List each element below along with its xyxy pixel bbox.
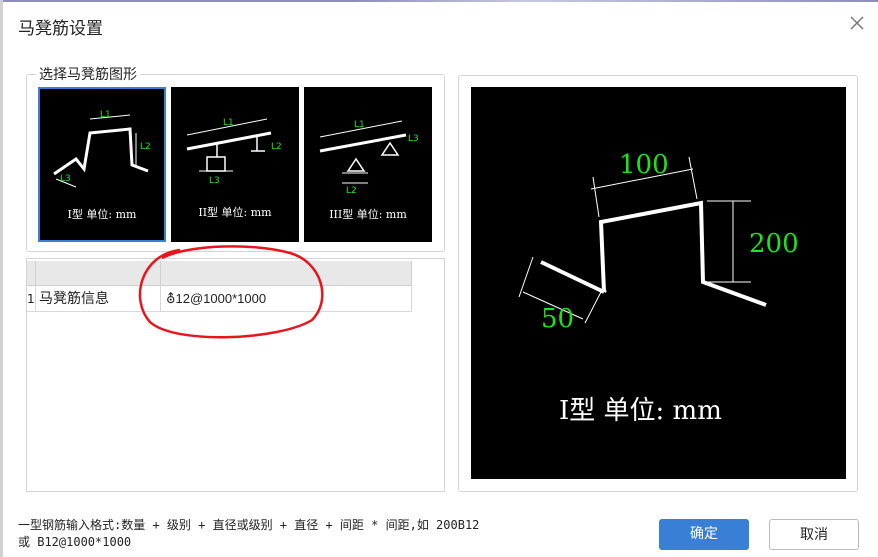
preview-diagram: 100 200 50 I型 单位: mm [518, 150, 799, 426]
type-1-dim-l2: L2 [140, 142, 151, 152]
type-1-dim-l3: L3 [60, 174, 71, 184]
shape-option-type-3[interactable]: L1 L3 L2 III型 单位: mm [304, 87, 432, 242]
shape-option-type-2[interactable]: L1 L2 L3 II型 单位: mm [171, 87, 299, 242]
type-1-label: I型 单位: mm [67, 208, 137, 221]
shape-selection-label: 选择马凳筋图形 [36, 64, 140, 84]
hint-line-1: 一型钢筋输入格式:数量 + 级别 + 直径或级别 + 直径 + 间距 * 间距,… [18, 518, 480, 532]
shape-option-type-1[interactable]: L1 L2 L3 I型 单位: mm [38, 87, 166, 242]
preview-dim-left: 50 [541, 304, 574, 334]
type-3-dim-l1: L1 [354, 120, 365, 130]
table-header-value [161, 261, 412, 286]
window-top-border [0, 0, 878, 2]
type-2-label: II型 单位: mm [198, 206, 272, 219]
type-2-dim-l3: L3 [209, 176, 220, 186]
table-header-name [36, 261, 161, 286]
table-row-number: 1 [27, 286, 36, 312]
type-3-dim-l2: L2 [346, 186, 357, 196]
preview-caption: I型 单位: mm [559, 396, 722, 426]
input-format-hint: 一型钢筋输入格式:数量 + 级别 + 直径或级别 + 直径 + 间距 * 间距,… [18, 517, 479, 551]
table-corner-header [27, 261, 36, 286]
close-icon[interactable] [846, 12, 868, 34]
type-3-label: III型 单位: mm [329, 208, 407, 221]
cancel-button[interactable]: 取消 [769, 519, 859, 550]
rebar-info-value-cell[interactable]: ⛢12@1000*1000 [161, 286, 412, 312]
table-cell-name: 马凳筋信息 [36, 286, 161, 312]
preview-dim-top: 100 [619, 150, 669, 180]
type-2-dim-l2: L2 [271, 142, 282, 152]
dialog-title: 马凳筋设置 [18, 19, 103, 39]
type-2-dim-l1: L1 [223, 118, 234, 128]
shape-preview: 100 200 50 I型 单位: mm [471, 87, 846, 479]
window-left-border [0, 0, 3, 557]
type-1-dim-l1: L1 [100, 110, 111, 120]
confirm-button[interactable]: 确定 [659, 519, 749, 550]
type-3-dim-l3: L3 [408, 134, 419, 144]
preview-dim-right: 200 [749, 229, 799, 259]
hint-line-2: 或 B12@1000*1000 [18, 535, 132, 549]
